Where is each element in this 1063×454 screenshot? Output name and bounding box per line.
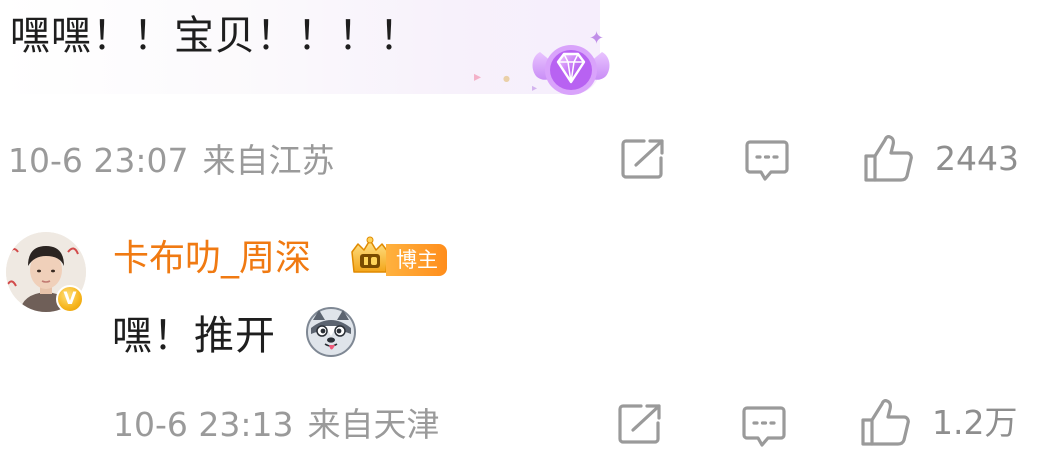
like-button[interactable]: 1.2万 xyxy=(860,398,1017,448)
comment-location: 来自江苏 xyxy=(202,141,335,180)
comment-meta: 10-6 23:13 来自天津 xyxy=(113,400,440,450)
husky-dog-emoji-icon xyxy=(306,307,356,357)
comment-reply-icon xyxy=(742,406,786,447)
sparkle-icon: ▸ xyxy=(474,69,482,85)
thumbs-up-icon xyxy=(861,399,910,446)
comment-location: 来自天津 xyxy=(307,405,440,444)
comment-time: 10-6 23:07 xyxy=(8,141,189,180)
comment-text: 嘿！推开 xyxy=(112,313,276,359)
author-badge: 博主 xyxy=(386,244,447,276)
like-count: 1.2万 xyxy=(932,403,1018,442)
reply-button[interactable] xyxy=(744,139,790,183)
sparkle-icon: ● xyxy=(503,74,510,83)
share-button[interactable] xyxy=(617,403,663,445)
comment-meta: 10-6 23:07 来自江苏 xyxy=(8,136,335,186)
comment-time: 10-6 23:13 xyxy=(113,405,294,444)
thumbs-up-icon xyxy=(864,135,913,182)
comment-bubble: 嘿嘿！！宝贝！！！！ xyxy=(0,0,600,94)
verified-badge: V xyxy=(56,285,84,313)
comment-text: 嘿嘿！！宝贝！！！！ xyxy=(10,13,420,59)
purple-diamond-wings-icon xyxy=(532,45,610,95)
comment-reply-icon xyxy=(745,140,789,181)
like-count: 2443 xyxy=(935,139,1019,178)
reply-button[interactable] xyxy=(741,405,787,449)
like-button[interactable]: 2443 xyxy=(863,134,1019,184)
share-icon xyxy=(618,404,661,444)
share-button[interactable] xyxy=(620,138,666,180)
share-icon xyxy=(621,139,664,179)
username[interactable]: 卡布叻_周深 xyxy=(113,234,311,284)
